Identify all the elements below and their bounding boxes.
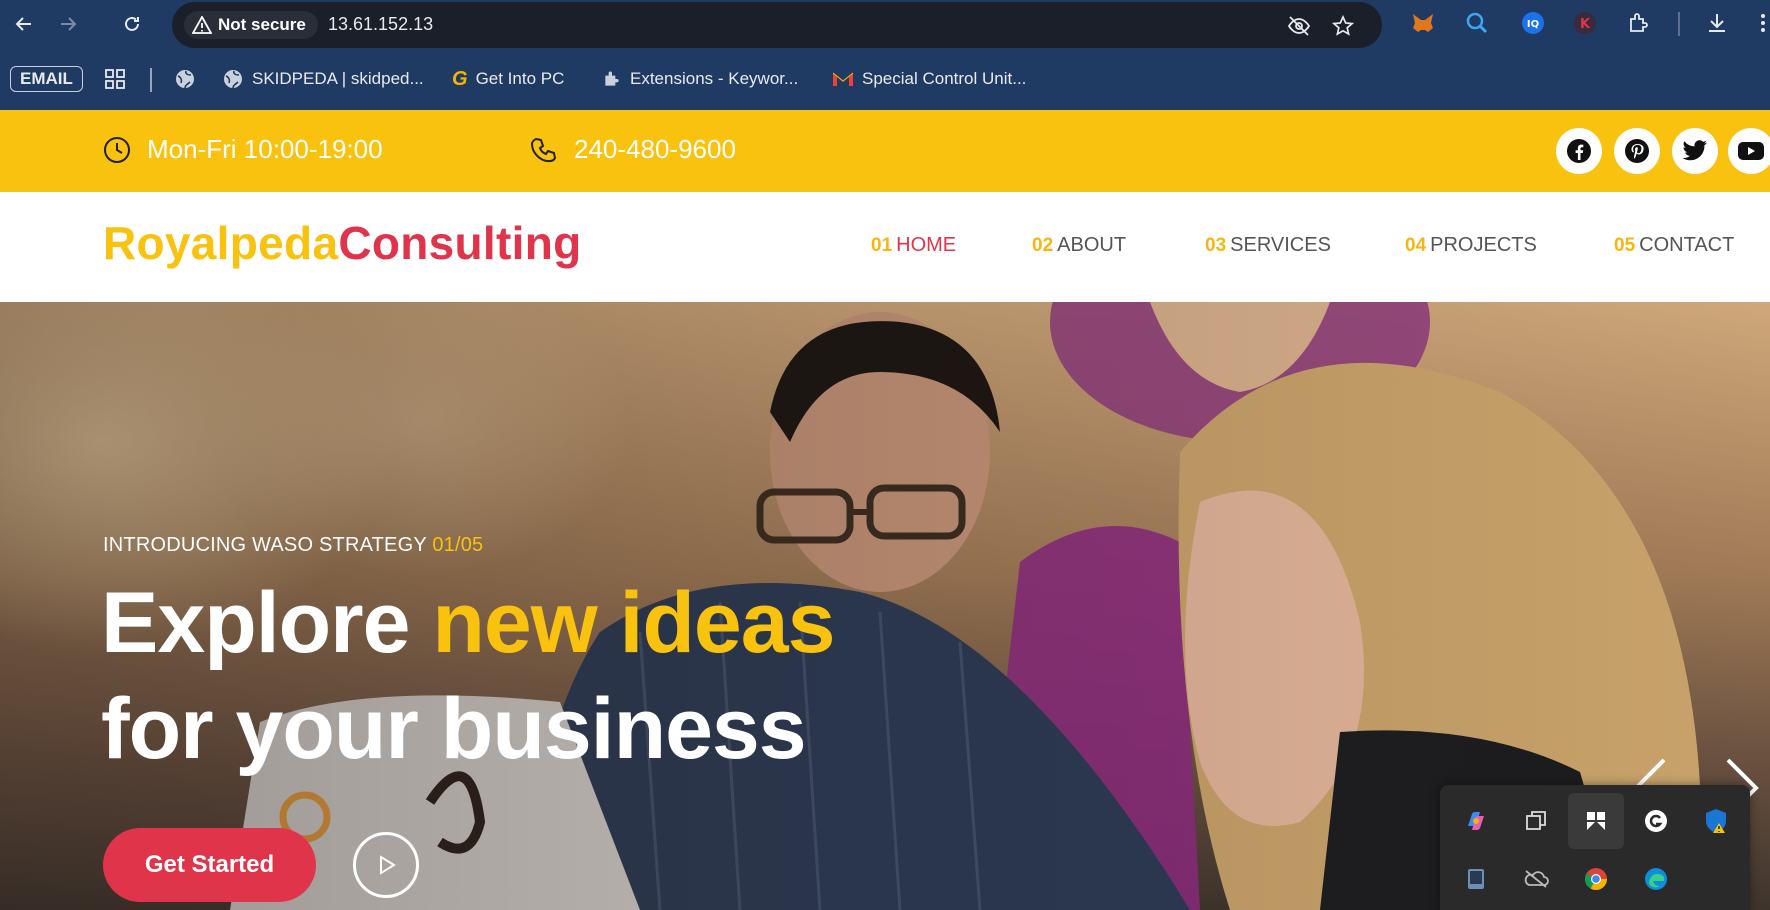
- nav-about[interactable]: 02 ABOUT: [1032, 234, 1126, 257]
- iq-icon[interactable]: IQ: [1518, 8, 1548, 38]
- bookmarks-bar: EMAIL SKIDPEDA | skidped... G Get Into P…: [0, 56, 1770, 102]
- menu-icon[interactable]: [1748, 8, 1770, 38]
- bookmark-label: Special Control Unit...: [862, 69, 1027, 88]
- eye-off-icon[interactable]: [1286, 13, 1312, 39]
- bookmark-label: EMAIL: [10, 66, 83, 92]
- system-tray-overflow: [1440, 785, 1750, 910]
- logo-part-consulting: Consulting: [338, 217, 582, 269]
- hero-title: Explore new ideas for your business: [101, 570, 835, 782]
- snip-app-icon[interactable]: [1568, 793, 1624, 849]
- bookmark-label: Get Into PC: [475, 69, 565, 88]
- back-button[interactable]: [8, 8, 40, 40]
- svg-text:K: K: [1580, 17, 1591, 32]
- nav-number: 04: [1405, 235, 1427, 256]
- search-lens-icon[interactable]: [1462, 8, 1492, 38]
- nav-projects[interactable]: 04 PROJECTS: [1405, 234, 1537, 257]
- logo-part-royalpeda: Royalpeda: [103, 217, 339, 269]
- url-text[interactable]: 13.61.152.13: [328, 14, 433, 35]
- k-icon[interactable]: K: [1570, 8, 1600, 38]
- bookmark-extensions[interactable]: Extensions - Keywor...: [602, 64, 798, 94]
- facebook-icon[interactable]: [1556, 128, 1602, 174]
- nav-label: ABOUT: [1057, 234, 1127, 256]
- bookmark-label: Extensions - Keywor...: [630, 69, 799, 88]
- nav-number: 05: [1614, 235, 1636, 256]
- contact-topbar: Mon-Fri 10:00-19:00 240-480-9600: [0, 110, 1770, 192]
- forward-arrow-icon: [61, 17, 77, 31]
- bookmark-globe[interactable]: [174, 64, 196, 94]
- svg-text:IQ: IQ: [1527, 19, 1539, 30]
- bookmark-gmail[interactable]: Special Control Unit...: [832, 64, 1026, 94]
- nav-number: 02: [1032, 235, 1054, 256]
- edge-icon[interactable]: [1628, 851, 1684, 907]
- play-icon: [380, 855, 396, 875]
- title-line1-b: new ideas: [432, 575, 835, 671]
- slide-counter: 01/05: [432, 534, 484, 556]
- address-bar[interactable]: Not secure 13.61.152.13: [172, 2, 1382, 48]
- defender-shield-icon[interactable]: [1688, 793, 1744, 849]
- gmail-icon: [832, 72, 854, 86]
- browser-toolbar: Not secure 13.61.152.13 IQ K: [0, 0, 1770, 48]
- site-logo[interactable]: RoyalpedaConsulting: [103, 216, 582, 270]
- bookmark-star-icon[interactable]: [1330, 13, 1356, 39]
- onedrive-off-icon[interactable]: [1508, 851, 1564, 907]
- nav-label: PROJECTS: [1430, 234, 1537, 256]
- security-label: Not secure: [218, 15, 306, 34]
- bookmark-label: SKIDPEDA | skidped...: [252, 69, 424, 88]
- bookmark-email[interactable]: EMAIL: [10, 64, 83, 94]
- bookmark-skidpeda[interactable]: SKIDPEDA | skidped...: [222, 64, 424, 94]
- nav-number: 01: [871, 235, 893, 256]
- hero-eyebrow: INTRODUCING WASO STRATEGY 01/05: [103, 534, 483, 557]
- copilot-icon[interactable]: [1448, 793, 1504, 849]
- toolbar-divider: [1678, 12, 1680, 36]
- chrome-icon[interactable]: [1568, 851, 1624, 907]
- tablet-icon[interactable]: [1448, 851, 1504, 907]
- clock-icon: [104, 136, 130, 163]
- bookmark-getintopc[interactable]: G Get Into PC: [452, 64, 564, 94]
- back-arrow-icon: [15, 17, 31, 31]
- business-hours: Mon-Fri 10:00-19:00: [103, 134, 383, 165]
- get-started-button[interactable]: Get Started: [103, 828, 316, 902]
- download-icon[interactable]: [1702, 8, 1732, 38]
- nav-contact[interactable]: 05 CONTACT: [1614, 234, 1734, 257]
- reload-icon: [125, 16, 139, 31]
- metamask-fox-icon[interactable]: [1408, 8, 1438, 38]
- site-header: RoyalpedaConsulting 01 HOME 02 ABOUT 03 …: [0, 192, 1770, 302]
- warning-icon: [192, 16, 212, 34]
- getintopc-logo-icon: G: [452, 67, 468, 90]
- play-video-button[interactable]: [353, 832, 419, 898]
- nav-home[interactable]: 01 HOME: [871, 234, 956, 257]
- puzzle-icon: [605, 71, 619, 86]
- nav-label: SERVICES: [1230, 234, 1331, 256]
- nav-label: HOME: [896, 234, 957, 256]
- reload-button[interactable]: [116, 8, 148, 40]
- hours-text: Mon-Fri 10:00-19:00: [147, 134, 383, 164]
- title-line2: for your business: [101, 681, 807, 777]
- globe-icon: [224, 70, 242, 89]
- nav-label: CONTACT: [1639, 234, 1735, 256]
- puzzle-extensions-icon[interactable]: [1624, 8, 1654, 38]
- bookmark-separator: [150, 68, 152, 92]
- forward-button[interactable]: [52, 8, 84, 40]
- eyebrow-text: INTRODUCING WASO STRATEGY: [103, 534, 427, 556]
- phone-contact[interactable]: 240-480-9600: [530, 134, 736, 165]
- phone-text: 240-480-9600: [574, 134, 736, 164]
- pinterest-icon[interactable]: [1614, 128, 1660, 174]
- twitter-icon[interactable]: [1672, 128, 1718, 174]
- grammarly-icon[interactable]: [1628, 793, 1684, 849]
- windows-copy-icon[interactable]: [1508, 793, 1564, 849]
- nav-services[interactable]: 03 SERVICES: [1205, 234, 1331, 257]
- globe-icon: [176, 70, 194, 89]
- site-info-chip[interactable]: Not secure: [184, 11, 318, 39]
- phone-icon: [530, 137, 557, 162]
- apps-grid-icon[interactable]: [104, 64, 126, 94]
- nav-number: 03: [1205, 235, 1227, 256]
- title-line1-a: Explore: [101, 575, 410, 671]
- youtube-icon[interactable]: [1728, 128, 1770, 174]
